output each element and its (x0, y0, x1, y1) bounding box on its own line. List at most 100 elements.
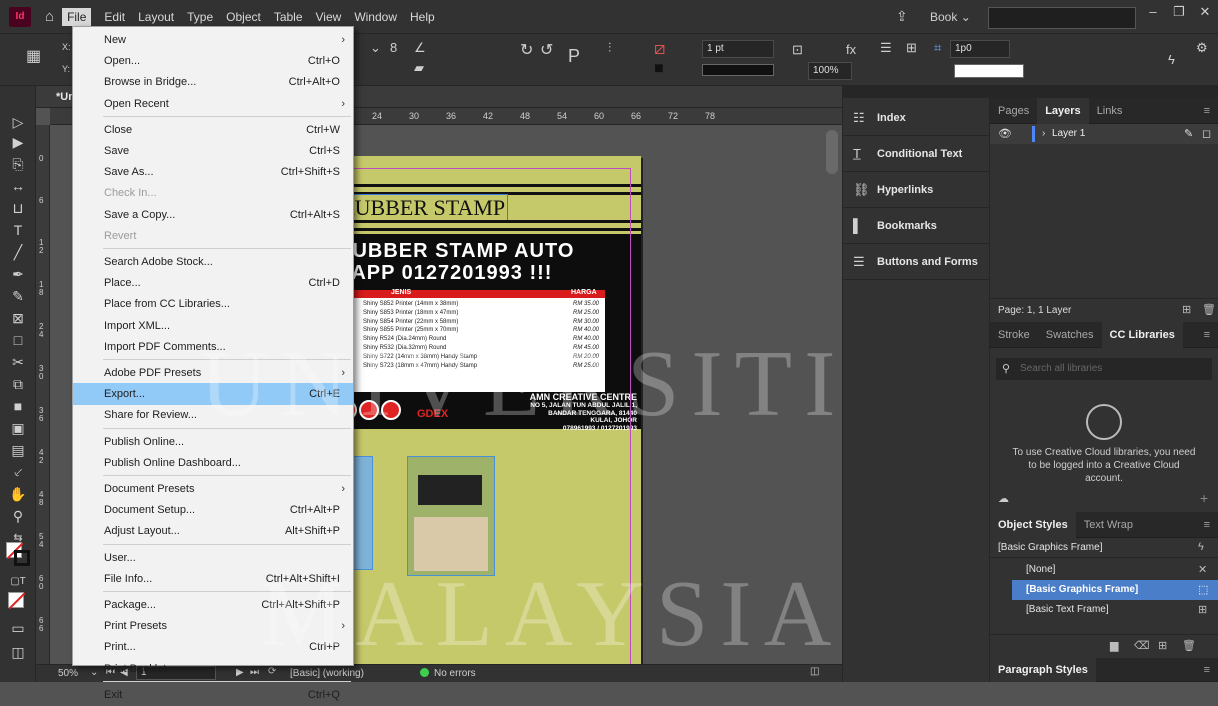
frame-fit-icon[interactable]: ⊡ (792, 42, 803, 58)
reference-point-icon[interactable]: ▦ (26, 46, 41, 66)
opacity-field[interactable]: 100% (808, 62, 852, 80)
text-frame-icon[interactable]: P (568, 46, 580, 67)
pen-tool-icon[interactable]: ✒ (8, 264, 28, 284)
fx-icon[interactable]: fx (846, 42, 856, 57)
menu-item-document-presets[interactable]: Document Presets › (73, 478, 353, 500)
menu-item-adjust-layout[interactable]: Adjust Layout... Alt+Shift+P (73, 520, 353, 542)
menu-table[interactable]: Table (274, 10, 303, 24)
wrap-around-icon[interactable]: ⊞ (906, 40, 917, 56)
content-collector-icon[interactable]: ⊔ (8, 198, 28, 218)
header-text-frame[interactable]: RUBBER STAMP (337, 194, 509, 222)
share-icon[interactable]: ⇪ (896, 8, 908, 25)
home-icon[interactable]: ⌂ (45, 8, 54, 25)
dock-header[interactable] (843, 86, 991, 98)
selection-square-icon[interactable]: ◻ (1202, 127, 1211, 140)
folder-icon[interactable]: ▆ (1110, 639, 1118, 652)
panel-menu-icon[interactable]: ≡ (1204, 105, 1210, 117)
direct-selection-tool-icon[interactable]: ▶ (8, 132, 28, 152)
new-style-icon[interactable]: ⊞ (1158, 639, 1167, 652)
clear-overrides-icon[interactable]: ⌫ (1134, 639, 1150, 652)
fill-none-icon[interactable]: ⧄ (654, 38, 665, 59)
menu-item-exit[interactable]: Exit Ctrl+Q (73, 684, 353, 706)
menu-file[interactable]: File (62, 7, 92, 26)
panel-button-index[interactable]: ☷ Index (843, 100, 991, 136)
workspace-switcher[interactable]: Book ⌄ (930, 10, 971, 24)
quick-apply-icon[interactable]: ϟ (1168, 52, 1175, 67)
style-item-basic-text-frame[interactable]: [Basic Text Frame] ⊞ (1012, 600, 1218, 620)
rotate-icon[interactable]: ∠ (414, 40, 426, 56)
preview-mode-icon[interactable]: ◫ (8, 642, 28, 662)
preflight-status[interactable]: No errors (434, 668, 476, 679)
panel-button-hyperlinks[interactable]: ⛓ Hyperlinks (843, 172, 991, 208)
layer-row[interactable]: 👁 › Layer 1 ✎ ◻ (990, 124, 1218, 144)
constrain-icon[interactable]: 8 (390, 40, 397, 55)
library-search-input[interactable]: ⚲ Search all libraries (996, 358, 1212, 380)
layer-name[interactable]: Layer 1 (1052, 128, 1085, 139)
rectangle-frame-tool-icon[interactable]: ⊠ (8, 308, 28, 328)
cloud-sync-icon[interactable]: ☁ (998, 492, 1009, 505)
menu-item-place-from-cc-libraries[interactable]: Place from CC Libraries... (73, 293, 353, 315)
rectangle-tool-icon[interactable]: □ (8, 330, 28, 350)
tab-layers[interactable]: Layers (1037, 97, 1089, 124)
tab-stroke[interactable]: Stroke (990, 322, 1038, 348)
panel-button-buttons-and-forms[interactable]: ☰ Buttons and Forms (843, 244, 991, 280)
type-tool-icon[interactable]: T (8, 220, 28, 240)
apply-none-icon[interactable] (8, 592, 26, 610)
trash-icon[interactable]: 🗑 (1202, 303, 1216, 316)
align-icon[interactable]: ⫶ (608, 40, 611, 56)
hand-tool-icon[interactable]: ✋ (8, 484, 28, 504)
shear-icon[interactable]: ▰ (414, 60, 424, 76)
stroke-color-icon[interactable] (14, 550, 30, 566)
scissors-tool-icon[interactable]: ✂ (8, 352, 28, 372)
expand-arrow-icon[interactable]: › (1042, 128, 1045, 139)
line-tool-icon[interactable]: ╱ (8, 242, 28, 262)
menu-layout[interactable]: Layout (138, 10, 174, 24)
menu-item-check-in[interactable]: Check In... (73, 182, 353, 204)
menu-item-open[interactable]: Open... Ctrl+O (73, 50, 353, 72)
eyedropper-tool-icon[interactable]: ⸔ (8, 462, 28, 482)
rotate-cw-icon[interactable]: ↻ (520, 40, 533, 60)
tab-object-styles[interactable]: Object Styles (990, 511, 1076, 538)
menu-window[interactable]: Window (354, 10, 397, 24)
panel-menu-icon[interactable]: ≡ (1204, 329, 1210, 341)
menu-item-save[interactable]: Save Ctrl+S (73, 140, 353, 162)
panel-button-bookmarks[interactable]: ▌ Bookmarks (843, 208, 991, 244)
menu-item-open-recent[interactable]: Open Recent › (73, 93, 353, 115)
gradient-feather-tool-icon[interactable]: ▣ (8, 418, 28, 438)
panel-menu-icon[interactable]: ≡ (1204, 519, 1210, 531)
page-tool-icon[interactable]: ⎘ (8, 154, 28, 174)
close-icon[interactable]: ✕ (1192, 4, 1218, 22)
stroke-color-select[interactable] (954, 64, 1024, 78)
menu-item-new[interactable]: New › (73, 29, 353, 51)
style-item-basic-graphics-frame[interactable]: [Basic Graphics Frame] ⬚ (1012, 580, 1218, 600)
gap-tool-icon[interactable]: ↔ (8, 176, 28, 196)
menu-object[interactable]: Object (226, 10, 261, 24)
selection-tool-icon[interactable]: ▷ (8, 112, 28, 132)
menu-item-browse-in-bridge[interactable]: Browse in Bridge... Ctrl+Alt+O (73, 71, 353, 93)
help-search-input[interactable] (988, 7, 1136, 29)
dock-header[interactable] (990, 86, 1218, 98)
gradient-swatch-tool-icon[interactable]: ■ (8, 396, 28, 416)
menu-item-save-as[interactable]: Save As... Ctrl+Shift+S (73, 161, 353, 183)
gear-icon[interactable]: ⚙ (1196, 40, 1208, 56)
minimize-icon[interactable]: – (1140, 4, 1166, 22)
tab-text-wrap[interactable]: Text Wrap (1076, 512, 1141, 538)
style-item-none[interactable]: [None] ✕ (1012, 560, 1218, 580)
panel-menu-icon[interactable]: ≡ (1204, 664, 1210, 676)
menu-item-place[interactable]: Place... Ctrl+D (73, 272, 353, 294)
zoom-tool-icon[interactable]: ⚲ (8, 506, 28, 526)
new-layer-icon[interactable]: ⊞ (1182, 303, 1191, 316)
menu-item-close[interactable]: Close Ctrl+W (73, 119, 353, 141)
menu-type[interactable]: Type (187, 10, 213, 24)
text-wrap-icon[interactable]: ☰ (880, 40, 892, 56)
menu-item-revert[interactable]: Revert (73, 225, 353, 247)
screen-mode-icon[interactable]: ▭ (8, 618, 28, 638)
menu-item-search-adobe-stock[interactable]: Search Adobe Stock... (73, 251, 353, 273)
stroke-type-select[interactable] (702, 64, 774, 76)
note-tool-icon[interactable]: ▤ (8, 440, 28, 460)
panel-button-conditional-text[interactable]: T̲ Conditional Text (843, 136, 991, 172)
tab-paragraph-styles[interactable]: Paragraph Styles (990, 657, 1096, 682)
vertical-scrollbar-thumb[interactable] (826, 130, 838, 174)
visibility-eye-icon[interactable]: 👁 (998, 127, 1012, 140)
menu-item-publish-online-dashboard[interactable]: Publish Online Dashboard... (73, 452, 353, 474)
